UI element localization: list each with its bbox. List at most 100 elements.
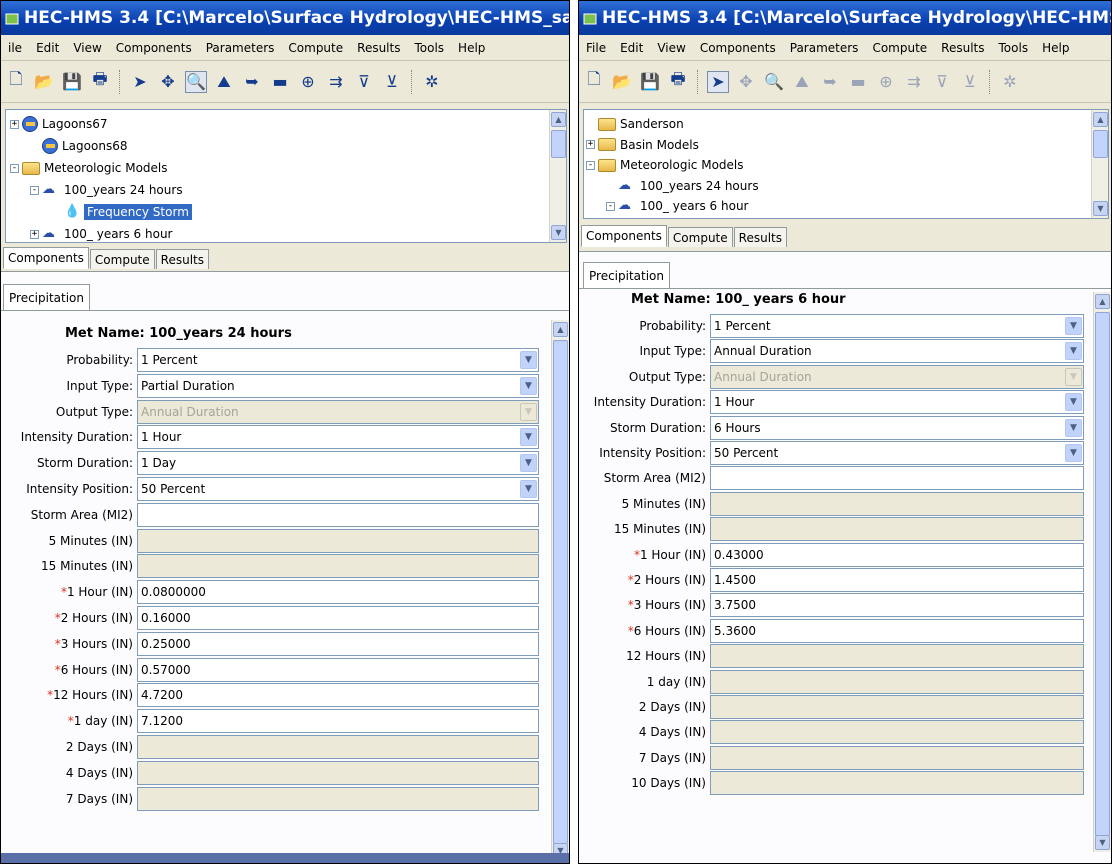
- scroll-down-button[interactable]: ▼: [1093, 201, 1108, 216]
- menu-item-components[interactable]: Components: [693, 41, 783, 55]
- move-icon[interactable]: ✥: [157, 71, 179, 93]
- select-probability[interactable]: 1 Percent ▼: [710, 314, 1084, 338]
- menu-item-view[interactable]: View: [650, 41, 692, 55]
- chevron-down-icon[interactable]: ▼: [1065, 444, 1082, 462]
- tab-components[interactable]: Components: [581, 225, 667, 247]
- wizard-icon[interactable]: ✲: [999, 71, 1021, 93]
- open-folder-icon[interactable]: 📂: [611, 71, 633, 93]
- zoom-icon[interactable]: 🔍: [185, 70, 207, 93]
- chevron-down-icon[interactable]: ▼: [1065, 393, 1082, 412]
- print-icon[interactable]: 🖶: [667, 69, 689, 93]
- tab-precipitation[interactable]: Precipitation: [583, 262, 671, 288]
- new-file-icon[interactable]: 🗋: [583, 69, 605, 93]
- scroll-up-button[interactable]: ▲: [1095, 294, 1110, 309]
- chevron-down-icon[interactable]: ▼: [520, 480, 537, 498]
- junction-icon[interactable]: ⊕: [875, 71, 897, 93]
- scroll-thumb[interactable]: [551, 130, 566, 158]
- diversion-icon[interactable]: ⇉: [325, 71, 347, 93]
- chevron-down-icon[interactable]: ▼: [1065, 418, 1082, 437]
- collapse-icon[interactable]: -: [586, 160, 595, 170]
- menu-item-edit[interactable]: Edit: [29, 41, 66, 55]
- reservoir-icon[interactable]: ▬: [847, 71, 869, 93]
- expand-icon[interactable]: +: [30, 229, 39, 239]
- select-intensity-duration[interactable]: 1 Hour ▼: [710, 390, 1084, 415]
- select-probability[interactable]: 1 Percent ▼: [137, 348, 539, 372]
- scroll-up-button[interactable]: ▲: [1093, 112, 1108, 127]
- editor-scrollbar[interactable]: ▲ ▼: [551, 320, 569, 860]
- subbasin-icon[interactable]: ⛰: [791, 71, 813, 93]
- tree-node[interactable]: Lagoons68: [30, 136, 127, 156]
- menu-item-compute[interactable]: Compute: [281, 41, 350, 55]
- arrow-select-icon[interactable]: ➤: [129, 71, 151, 93]
- select-intensity-position[interactable]: 50 Percent ▼: [710, 441, 1084, 465]
- input-1-day-in[interactable]: 7.1200: [137, 709, 539, 734]
- input-1-hour-in[interactable]: 0.0800000: [137, 580, 539, 605]
- input-storm-area-mi2[interactable]: [137, 502, 539, 527]
- tree-node[interactable]: - Meteorologic Models: [586, 155, 744, 175]
- tab-results[interactable]: Results: [733, 227, 787, 247]
- menu-item-view[interactable]: View: [66, 41, 108, 55]
- menu-item-results[interactable]: Results: [350, 41, 407, 55]
- source-icon[interactable]: ⊽: [353, 71, 375, 93]
- new-file-icon[interactable]: 🗋: [5, 69, 27, 93]
- select-intensity-duration[interactable]: 1 Hour ▼: [137, 425, 539, 450]
- reach-icon[interactable]: ➥: [241, 71, 263, 93]
- menu-item-edit[interactable]: Edit: [613, 41, 650, 55]
- tree-scrollbar[interactable]: ▲ ▼: [549, 110, 566, 242]
- tree-node[interactable]: 💧 Frequency Storm: [52, 202, 192, 222]
- menu-item-compute[interactable]: Compute: [865, 41, 934, 55]
- scroll-down-button[interactable]: ▼: [1095, 835, 1110, 850]
- scroll-thumb[interactable]: [553, 340, 568, 844]
- input-6-hours-in[interactable]: 0.57000: [137, 657, 539, 682]
- chevron-down-icon[interactable]: ▼: [520, 376, 537, 395]
- tree-node[interactable]: - ☁ 100_years 24 hours: [30, 180, 183, 200]
- tree-node[interactable]: + ☁ 100_ years 6 hour: [30, 224, 173, 242]
- tab-compute[interactable]: Compute: [667, 227, 733, 247]
- input-2-hours-in[interactable]: 0.16000: [137, 606, 539, 630]
- chevron-down-icon[interactable]: ▼: [520, 428, 537, 447]
- move-icon[interactable]: ✥: [735, 71, 757, 93]
- scroll-thumb[interactable]: [1095, 312, 1110, 836]
- scroll-up-button[interactable]: ▲: [551, 112, 566, 127]
- collapse-icon[interactable]: -: [30, 185, 39, 195]
- input-3-hours-in[interactable]: 0.25000: [137, 631, 539, 656]
- save-icon[interactable]: 💾: [639, 71, 661, 93]
- chevron-down-icon[interactable]: ▼: [1065, 317, 1082, 335]
- source-icon[interactable]: ⊽: [931, 71, 953, 93]
- input-3-hours-in[interactable]: 3.7500: [710, 593, 1084, 618]
- arrow-select-icon[interactable]: ➤: [707, 70, 729, 93]
- subbasin-icon[interactable]: ⛰: [213, 71, 235, 93]
- menu-item-help[interactable]: Help: [451, 41, 492, 55]
- menu-item-ile[interactable]: ile: [1, 41, 29, 55]
- menu-item-parameters[interactable]: Parameters: [199, 41, 282, 55]
- select-input-type[interactable]: Partial Duration ▼: [137, 373, 539, 398]
- collapse-icon[interactable]: -: [10, 163, 19, 173]
- tab-components[interactable]: Components: [3, 247, 89, 269]
- tree-node[interactable]: - ☁ 100_ years 6 hour: [606, 196, 749, 216]
- input-1-hour-in[interactable]: 0.43000: [710, 542, 1084, 567]
- reach-icon[interactable]: ➥: [819, 71, 841, 93]
- menu-item-parameters[interactable]: Parameters: [783, 41, 866, 55]
- sink-icon[interactable]: ⊻: [381, 71, 403, 93]
- menu-item-help[interactable]: Help: [1035, 41, 1076, 55]
- diversion-icon[interactable]: ⇉: [903, 71, 925, 93]
- input-2-hours-in[interactable]: 1.4500: [710, 568, 1084, 592]
- menu-item-components[interactable]: Components: [109, 41, 199, 55]
- zoom-icon[interactable]: 🔍: [763, 71, 785, 93]
- expand-icon[interactable]: +: [586, 140, 595, 149]
- menu-item-results[interactable]: Results: [934, 41, 991, 55]
- save-icon[interactable]: 💾: [61, 71, 83, 93]
- expand-icon[interactable]: +: [10, 119, 19, 129]
- input-12-hours-in[interactable]: 4.7200: [137, 683, 539, 708]
- input-storm-area-mi2[interactable]: [710, 466, 1084, 491]
- sink-icon[interactable]: ⊻: [959, 71, 981, 93]
- collapse-icon[interactable]: -: [606, 201, 615, 211]
- tab-precipitation[interactable]: Precipitation: [3, 284, 91, 310]
- menu-item-tools[interactable]: Tools: [992, 41, 1036, 55]
- wizard-icon[interactable]: ✲: [421, 71, 443, 93]
- tree-node[interactable]: + Lagoons67: [10, 114, 107, 134]
- tree-node[interactable]: Sanderson: [586, 114, 684, 134]
- scroll-up-button[interactable]: ▲: [553, 322, 568, 337]
- select-intensity-position[interactable]: 50 Percent ▼: [137, 477, 539, 501]
- chevron-down-icon[interactable]: ▼: [520, 454, 537, 473]
